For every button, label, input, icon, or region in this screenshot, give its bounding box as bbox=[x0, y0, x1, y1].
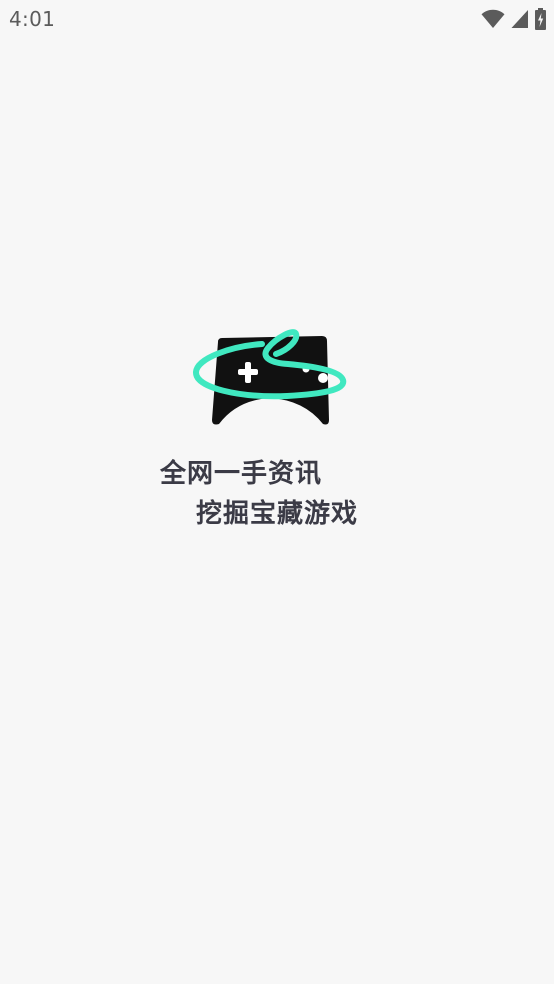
status-icons bbox=[481, 7, 546, 31]
slogan-line-2: 挖掘宝藏游戏 bbox=[196, 499, 359, 529]
splash-screen: 4:01 全网一手资讯 挖掘宝藏游戏 bbox=[0, 0, 554, 984]
status-time: 4:01 bbox=[9, 7, 56, 31]
wifi-icon bbox=[481, 9, 505, 29]
slogan-line-1: 全网一手资讯 bbox=[160, 459, 323, 489]
status-bar: 4:01 bbox=[0, 0, 554, 38]
signal-icon bbox=[511, 9, 529, 29]
battery-charging-icon bbox=[535, 8, 546, 30]
gamepad-logo bbox=[192, 326, 348, 428]
